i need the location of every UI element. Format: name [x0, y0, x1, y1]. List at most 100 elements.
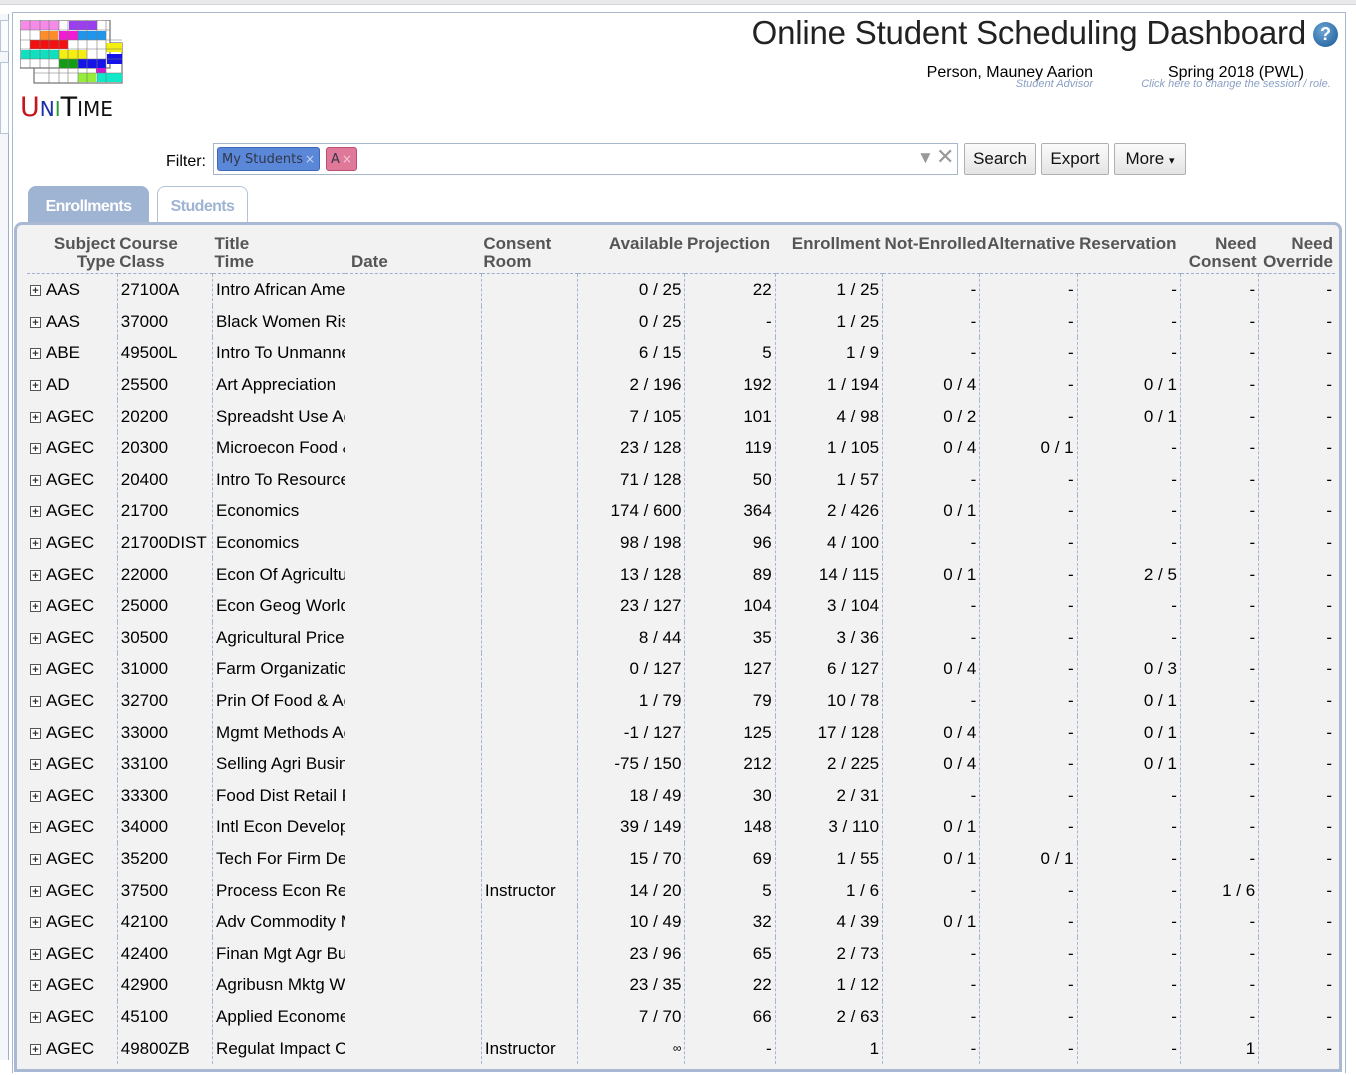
col-header-consent[interactable]: Consent Room [481, 235, 578, 274]
table-row[interactable]: + AD 25500 Art Appreciation 2 / 196 192 1 / 19… [27, 368, 1335, 401]
table-row[interactable]: + AGEC 20400Intro To Resource Econ 71 / 128… [27, 463, 1335, 496]
export-button[interactable]: Export [1041, 143, 1109, 175]
filter-chip-a[interactable]: A × [326, 147, 357, 171]
col-header-alternative[interactable]: Alternative [979, 235, 1078, 274]
col-header-course[interactable]: Course Class [117, 235, 213, 274]
table-row[interactable]: + AGEC 33300Food Dist Retail Persp 18 / 493… [27, 779, 1335, 812]
table-row[interactable]: + AGEC 42100Adv Commodity Marketing 10 / 49… [27, 905, 1335, 938]
table-row[interactable]: + AGEC 20300Microecon Food & Agbus 23 / 128… [27, 431, 1335, 464]
expand-icon[interactable]: + [30, 980, 41, 992]
tab-enrollments[interactable]: Enrollments [28, 186, 149, 224]
subject-value: AGEC [46, 1038, 95, 1058]
table-row[interactable]: + AGEC 42900Agribusn Mktg Workshop 23 / 352… [27, 969, 1335, 1001]
subject-value: AGEC [46, 533, 95, 553]
expand-icon[interactable]: + [30, 601, 41, 613]
subject-cell: + AGEC [27, 495, 118, 527]
not-enrolled-cell: - [882, 874, 981, 906]
table-row[interactable]: + AGEC 49800ZBRegulat Impact Crop Prod Inn… [27, 1032, 1335, 1064]
consent-cell [481, 937, 579, 970]
col-header-not-enrolled[interactable]: Not-Enrolled [882, 235, 987, 274]
session-selector[interactable]: Spring 2018 (PWL) Click here to change t… [1130, 64, 1342, 90]
expand-icon[interactable]: + [30, 664, 41, 676]
table-row[interactable]: + AGEC 35200Tech For Firm Decision 15 / 706… [27, 842, 1335, 875]
table-row[interactable]: + AAS 27100AIntro African American Studies… [27, 273, 1335, 306]
expand-icon[interactable]: + [30, 474, 41, 486]
chip-remove-icon[interactable]: × [305, 152, 315, 166]
filter-clear-icon[interactable]: ✕ [936, 144, 954, 170]
table-row[interactable]: + AGEC 42400 Finan Mgt Agr Bus 23 / 96 65 2 / … [27, 937, 1335, 970]
table-row[interactable]: + AGEC 32700Prin Of Food & Agribus Mrkt 1 /… [27, 684, 1335, 717]
col-header-enrollment[interactable]: Enrollment [775, 235, 883, 274]
table-row[interactable]: +AAS37000Black Women Rising0 / 25-1 / 25… [27, 305, 1335, 338]
subject-value: AAS [46, 280, 81, 300]
expand-icon[interactable]: + [30, 285, 41, 297]
projection-cell: 22 [684, 273, 776, 306]
table-row[interactable]: + AGEC 34000Intl Econ Development 39 / 1491… [27, 811, 1335, 843]
filter-chip-my-students[interactable]: My Students × [217, 147, 321, 171]
table-row[interactable]: + AGEC 22000Econ Of Agricultural Markets 13… [27, 558, 1335, 590]
not-enrolled-cell: 0 / 4 [882, 431, 981, 464]
expand-icon[interactable]: + [30, 790, 41, 802]
expand-icon[interactable]: + [30, 948, 41, 960]
col-header-subject[interactable]: Subject Type [27, 235, 118, 274]
table-row[interactable]: + AGEC 37500Process Econ Research Instructo… [27, 874, 1335, 906]
search-button[interactable]: Search [964, 143, 1036, 175]
subject-cell: + AGEC [27, 463, 118, 496]
title-cell: Mgmt Methods Agr Bus [216, 722, 345, 742]
expand-icon[interactable]: + [30, 411, 41, 423]
table-row[interactable]: + AGEC 45100Applied Econometrics 7 / 70662 … [27, 1000, 1335, 1033]
tab-students[interactable]: Students [157, 186, 248, 224]
expand-icon[interactable]: + [30, 632, 41, 644]
expand-icon[interactable]: + [30, 885, 41, 897]
expand-icon[interactable]: + [30, 917, 41, 929]
chip-remove-icon[interactable]: × [342, 152, 352, 166]
projection-cell: 65 [684, 937, 776, 970]
available-cell: 98 / 198 [577, 526, 686, 559]
projection-cell: 192 [684, 368, 776, 401]
need-override-cell: - [1326, 564, 1332, 584]
col-header-reservation[interactable]: Reservation [1077, 235, 1181, 274]
table-row[interactable]: + AGEC 33000Mgmt Methods Agr Bus -1 / 12712… [27, 716, 1335, 748]
expand-icon[interactable]: + [30, 316, 41, 328]
expand-icon[interactable]: + [30, 569, 41, 581]
expand-icon[interactable]: + [30, 506, 41, 518]
table-row[interactable]: + ABE 49500LIntro To Unmanned Aircraft Sys… [27, 337, 1335, 369]
help-icon[interactable]: ? [1313, 22, 1338, 47]
table-row[interactable]: + AGEC 21700DIST Economics 98 / 198 96 4 / 100… [27, 526, 1335, 559]
expand-icon[interactable]: + [30, 727, 41, 739]
expand-icon[interactable]: + [30, 348, 41, 360]
unitime-logo[interactable]: UNITIME [20, 20, 124, 124]
expand-icon[interactable]: + [30, 853, 41, 865]
table-row[interactable]: + AGEC 33100Selling Agri Business -75 / 150… [27, 747, 1335, 780]
need-override-cell: - [1326, 912, 1332, 932]
subject-value: AGEC [46, 469, 95, 489]
table-row[interactable]: + AGEC 31000 Farm Organization 0 / 127 127 6 /… [27, 653, 1335, 685]
expand-icon[interactable]: + [30, 759, 41, 771]
expand-icon[interactable]: + [30, 696, 41, 708]
col-header-available[interactable]: Available [577, 235, 685, 274]
subject-value: AGEC [46, 406, 95, 426]
col-header-date[interactable]: Date [344, 235, 482, 274]
more-button[interactable]: More ▾ [1114, 143, 1186, 175]
col-header-need-consent[interactable]: Need Consent [1180, 235, 1259, 274]
expand-icon[interactable]: + [30, 1043, 41, 1055]
expand-icon[interactable]: + [30, 822, 41, 834]
table-row[interactable]: + AGEC 30500 Agricultural Prices 8 / 44 35 3 /… [27, 621, 1335, 654]
table-row[interactable]: + AGEC 21700 Economics 174 / 600 364 2 / 426 0 … [27, 495, 1335, 527]
alternative-cell: - [979, 1000, 1078, 1033]
expand-icon[interactable]: + [30, 380, 41, 392]
filter-dropdown-icon[interactable]: ▼ [917, 148, 934, 168]
table-row[interactable]: + AGEC 20200Spreadsht Use Agr Bus 7 / 10510… [27, 400, 1335, 432]
course-cell: 37500 [117, 874, 214, 906]
col-header-need-override[interactable]: Need Override [1258, 235, 1335, 274]
user-info[interactable]: Person, Mauney Aarion Student Advisor [927, 64, 1093, 90]
not-enrolled-cell: - [882, 526, 981, 559]
col-header-title[interactable]: Title Time [212, 235, 345, 274]
course-cell: 20400 [117, 463, 214, 496]
expand-icon[interactable]: + [30, 538, 41, 550]
expand-icon[interactable]: + [30, 443, 41, 455]
col-header-projection[interactable]: Projection [684, 235, 776, 274]
table-row[interactable]: + AGEC 25000Econ Geog World Food 23 / 12710… [27, 589, 1335, 622]
expand-icon[interactable]: + [30, 1011, 41, 1023]
filter-input[interactable]: My Students × A × [213, 143, 958, 175]
